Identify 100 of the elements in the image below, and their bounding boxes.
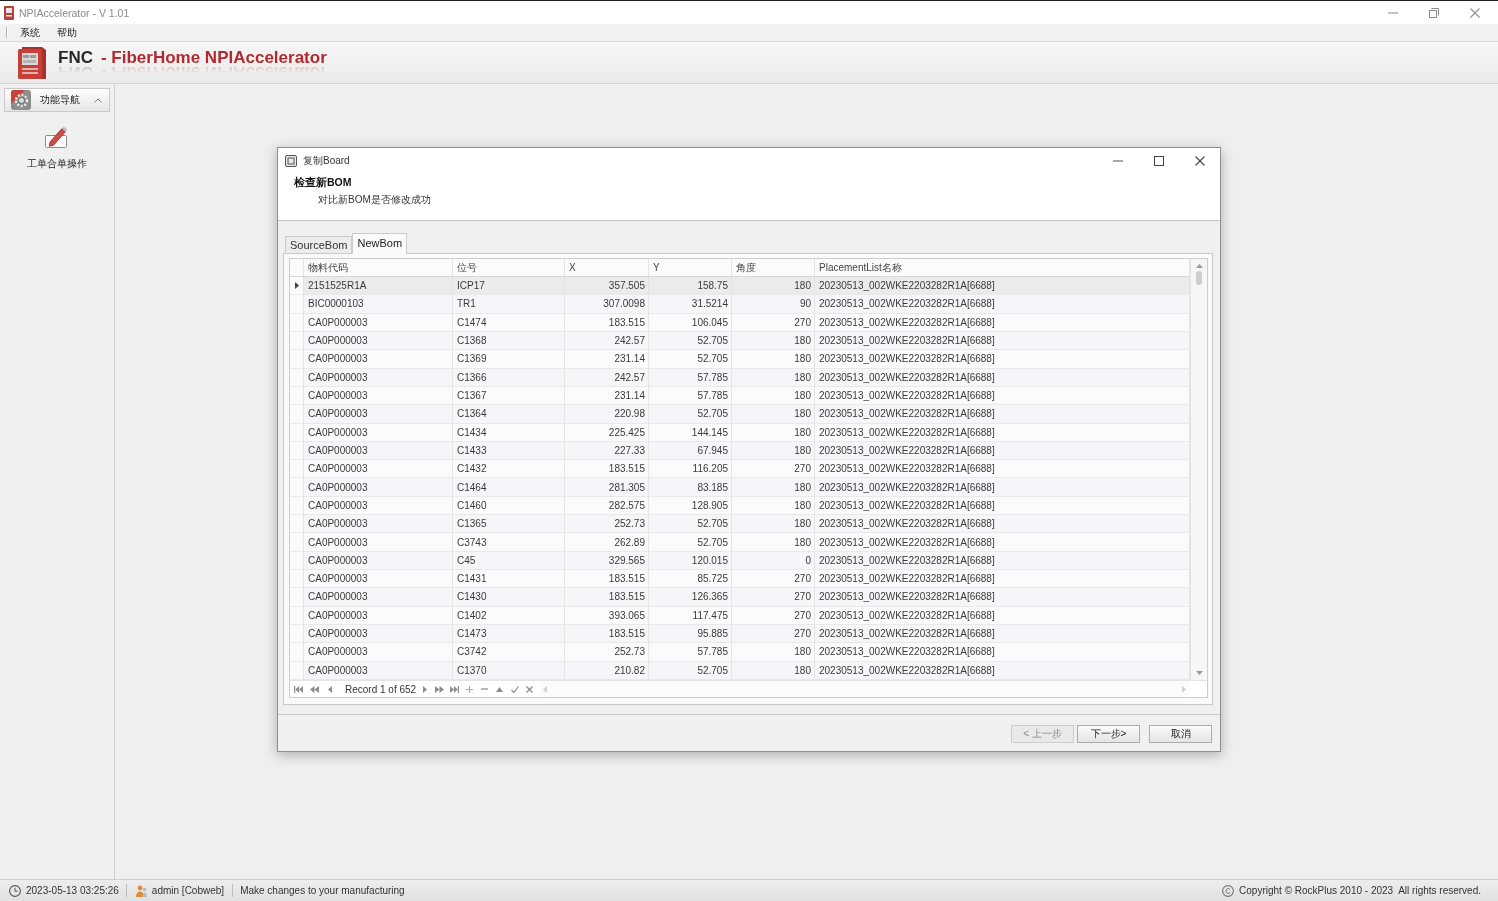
table-row[interactable]: CA0P000003 C1430 183.515 126.365 270 20230513_002WKE2203282R1A[6688] — [290, 588, 1190, 607]
scroll-up-icon[interactable] — [1195, 264, 1203, 268]
table-cell: C1430 — [453, 588, 565, 606]
tab[interactable]: NewBom — [352, 233, 408, 254]
menu-item[interactable]: 系统 — [20, 25, 40, 40]
table-cell: 2151525R1A — [304, 277, 453, 295]
table-cell: C1434 — [453, 423, 565, 441]
wizard-button[interactable]: 取消 — [1149, 725, 1212, 743]
close-icon[interactable] — [1195, 155, 1205, 166]
table-cell: 52.705 — [649, 661, 732, 679]
nav-group-header[interactable]: 功能导航 — [4, 88, 110, 112]
table-cell: 126.365 — [649, 588, 732, 606]
table-cell: C3743 — [453, 533, 565, 551]
table-cell: CA0P000003 — [304, 643, 453, 661]
table-cell: C3742 — [453, 643, 565, 661]
table-cell: 31.5214 — [649, 295, 732, 313]
table-row[interactable]: CA0P000003 C1464 281.305 83.185 180 20230513_002WKE2203282R1A[6688] — [290, 478, 1190, 497]
table-row[interactable]: CA0P000003 C3743 262.89 52.705 180 20230513_002WKE2203282R1A[6688] — [290, 533, 1190, 552]
next-record-icon[interactable] — [422, 685, 427, 693]
table-row[interactable]: CA0P000003 C1432 183.515 116.205 270 20230513_002WKE2203282R1A[6688] — [290, 460, 1190, 479]
menu-item[interactable]: 帮助 — [57, 25, 77, 40]
table-cell: 281.305 — [565, 478, 649, 496]
column-header[interactable]: 物料代码 — [304, 259, 453, 276]
table-cell: 270 — [732, 570, 815, 588]
table-cell: 180 — [732, 368, 815, 386]
column-header[interactable]: 位号 — [453, 259, 565, 276]
vertical-scrollbar[interactable] — [1190, 259, 1207, 680]
table-cell: CA0P000003 — [304, 606, 453, 624]
restore-icon[interactable] — [1429, 7, 1439, 18]
wizard-button[interactable]: 下一步> — [1077, 725, 1140, 743]
table-cell: 329.565 — [565, 551, 649, 569]
banner-title: - FiberHome NPIAccelerator — [100, 48, 327, 67]
table-cell: 180 — [732, 331, 815, 350]
table-cell: 225.425 — [565, 423, 649, 441]
cancel-icon[interactable] — [526, 685, 533, 693]
previous-page-icon[interactable] — [309, 685, 319, 693]
nav-item[interactable]: 工单合单操作 — [27, 126, 87, 171]
table-cell: 158.75 — [649, 277, 732, 295]
table-cell: 83.185 — [649, 478, 732, 496]
table-cell: 90 — [732, 295, 815, 313]
table-cell: 231.14 — [565, 350, 649, 368]
status-message: Make changes to your manufacturing — [240, 885, 405, 896]
table-row[interactable]: CA0P000003 C1365 252.73 52.705 180 20230513_002WKE2203282R1A[6688] — [290, 515, 1190, 534]
previous-record-icon[interactable] — [328, 685, 332, 693]
table-cell: 144.145 — [649, 423, 732, 441]
table-cell: 117.475 — [649, 606, 732, 624]
triangle-up-icon[interactable] — [496, 686, 503, 692]
table-cell: 85.725 — [649, 570, 732, 588]
scroll-down-icon[interactable] — [1195, 671, 1203, 675]
table-cell: CA0P000003 — [304, 551, 453, 569]
table-cell: 52.705 — [649, 331, 732, 350]
window-icon — [285, 154, 297, 167]
table-row[interactable]: CA0P000003 C1364 220.98 52.705 180 20230513_002WKE2203282R1A[6688] — [290, 405, 1190, 424]
table-cell: CA0P000003 — [304, 515, 453, 533]
column-header[interactable]: X — [565, 259, 649, 276]
table-cell: C1369 — [453, 350, 565, 368]
table-cell: C1370 — [453, 661, 565, 679]
table-row[interactable]: BIC0000103 TR1 307.0098 31.5214 90 20230513_002WKE2203282R1A[6688] — [290, 295, 1190, 314]
last-record-icon[interactable] — [450, 685, 459, 693]
scrollbar-thumb[interactable] — [1196, 271, 1202, 285]
table-cell: ICP17 — [453, 277, 565, 295]
table-cell: 52.705 — [649, 350, 732, 368]
table-cell: 252.73 — [565, 643, 649, 661]
table-row[interactable]: CA0P000003 C1431 183.515 85.725 270 20230513_002WKE2203282R1A[6688] — [290, 570, 1190, 589]
next-page-icon[interactable] — [435, 685, 444, 693]
maximize-icon[interactable] — [1154, 155, 1164, 166]
table-cell: 393.065 — [565, 606, 649, 624]
copyright-icon — [1222, 884, 1235, 897]
user-icon — [135, 884, 147, 897]
table-cell: C1367 — [453, 386, 565, 405]
plus-icon[interactable] — [466, 685, 473, 693]
table-cell: 52.705 — [649, 515, 732, 533]
table-cell: C1432 — [453, 460, 565, 478]
table-cell: C1402 — [453, 606, 565, 624]
table-cell: CA0P000003 — [304, 570, 453, 588]
column-header[interactable]: Y — [649, 259, 732, 276]
table-cell: 183.515 — [565, 570, 649, 588]
table-cell: CA0P000003 — [304, 460, 453, 478]
table-cell: 180 — [732, 533, 815, 551]
table-cell: 180 — [732, 441, 815, 460]
table-cell: BIC0000103 — [304, 295, 453, 313]
table-cell: 180 — [732, 643, 815, 661]
table-cell: CA0P000003 — [304, 478, 453, 496]
table-row[interactable]: 2151525R1A ICP17 357.505 158.75 180 20230513_002WKE2203282R1A[6688] — [290, 277, 1190, 296]
table-cell: C1460 — [453, 496, 565, 515]
table-cell: C1433 — [453, 441, 565, 460]
table-cell: 357.505 — [565, 277, 649, 295]
table-cell: 180 — [732, 661, 815, 679]
table-row[interactable]: CA0P000003 C3742 252.73 57.785 180 20230513_002WKE2203282R1A[6688] — [290, 643, 1190, 662]
table-cell: C1368 — [453, 331, 565, 350]
table-cell: CA0P000003 — [304, 423, 453, 441]
table-cell: C1365 — [453, 515, 565, 533]
table-cell: 270 — [732, 606, 815, 624]
table-cell: 52.705 — [649, 405, 732, 423]
checkmark-icon[interactable] — [510, 685, 519, 693]
first-record-icon[interactable] — [293, 685, 303, 693]
status-user: admin [Cobweb] — [151, 885, 225, 896]
column-header[interactable]: 角度 — [732, 259, 815, 276]
tab[interactable]: SourceBom — [285, 236, 353, 253]
table-row[interactable]: CA0P000003 C1369 231.14 52.705 180 20230513_002WKE2203282R1A[6688] — [290, 350, 1190, 369]
